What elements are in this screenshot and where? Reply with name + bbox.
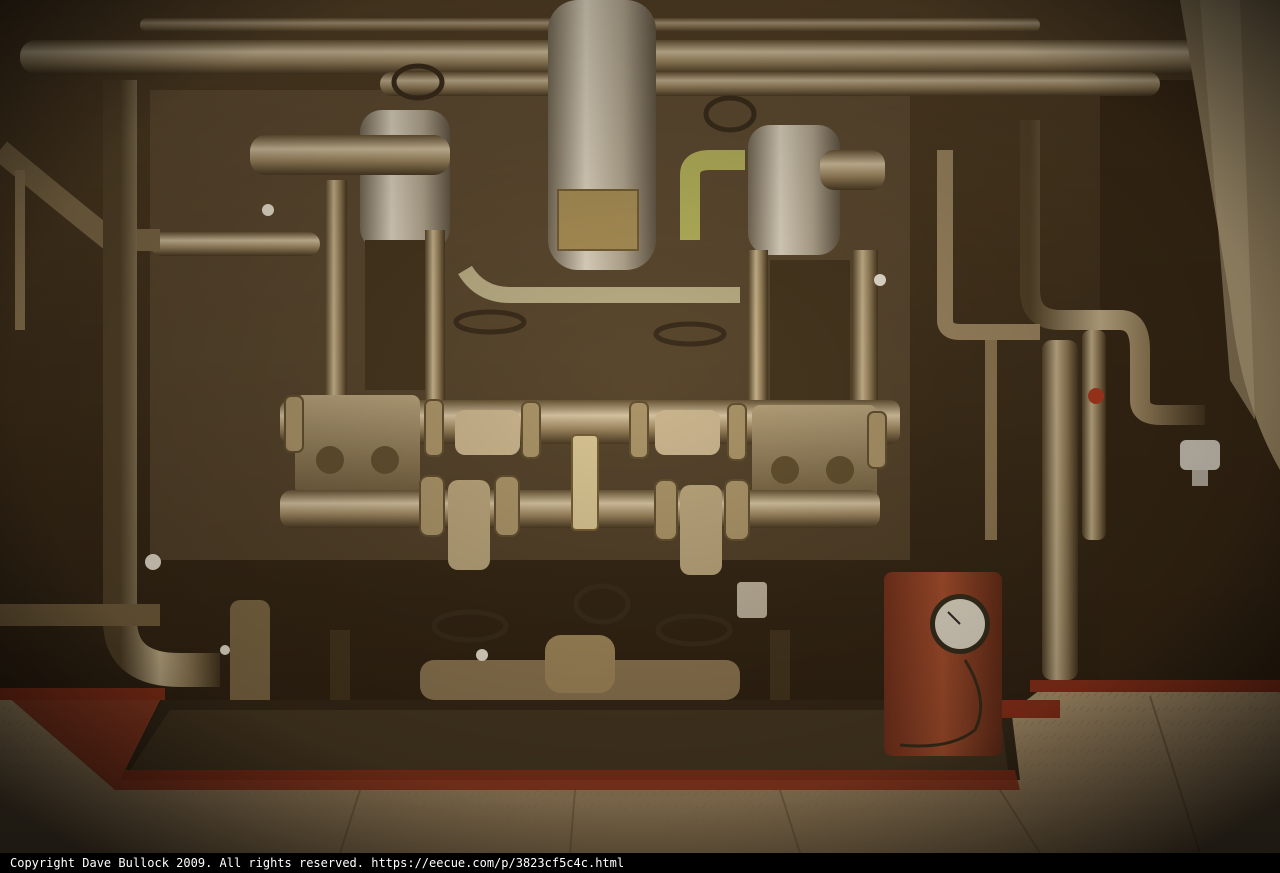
photo-scene xyxy=(0,0,1280,853)
copyright-text: Copyright Dave Bullock 2009. All rights … xyxy=(10,856,625,870)
copyright-bar: Copyright Dave Bullock 2009. All rights … xyxy=(0,853,1280,873)
